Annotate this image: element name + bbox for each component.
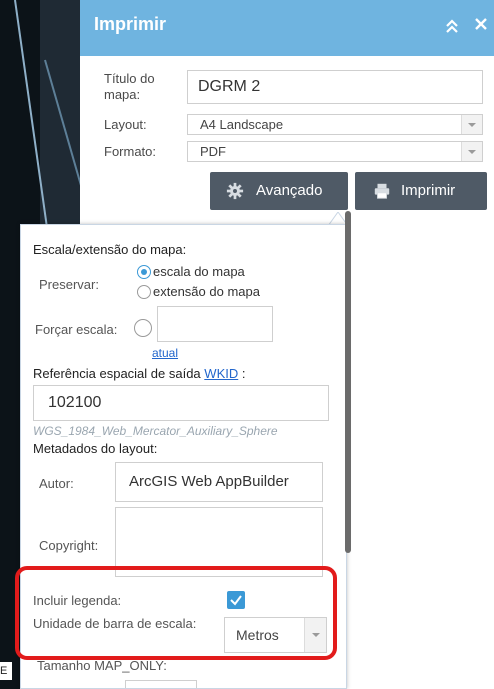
force-scale-toggle[interactable] — [134, 319, 152, 337]
collapse-icon[interactable] — [444, 18, 460, 34]
metadata-section-title: Metadados do layout: — [33, 441, 158, 456]
print-widget-screen: E Imprimir Título do mapa: DGRM 2 Layout… — [0, 0, 494, 689]
force-scale-label: Forçar escala: — [35, 322, 118, 337]
chevron-down-icon — [461, 115, 482, 134]
map-only-size-label: Tamanho MAP_ONLY: — [37, 658, 167, 673]
layout-select-value: A4 Landscape — [200, 117, 284, 132]
radio-map-scale-label[interactable]: escala do mapa — [153, 264, 245, 280]
advanced-panel-scrollbar[interactable] — [345, 211, 351, 553]
printer-icon — [374, 183, 390, 199]
format-label: Formato: — [104, 144, 157, 159]
wkid-input[interactable]: 102100 — [33, 385, 329, 421]
author-input[interactable]: ArcGIS Web AppBuilder — [115, 462, 323, 502]
print-button[interactable]: Imprimir — [355, 172, 487, 210]
layout-label: Layout: — [104, 117, 147, 132]
copyright-label: Copyright: — [39, 538, 99, 553]
wkid-link[interactable]: WKID — [204, 366, 238, 381]
map-only-size-input[interactable] — [125, 680, 197, 688]
panel-header: Imprimir — [80, 0, 494, 56]
radio-map-extent-label[interactable]: extensão do mapa — [153, 284, 260, 300]
preserve-label: Preservar: — [39, 277, 99, 292]
close-icon[interactable] — [473, 16, 489, 32]
spatial-reference-text: Referência espacial de saída — [33, 366, 201, 381]
scale-section-title: Escala/extensão do mapa: — [33, 242, 187, 257]
format-select-value: PDF — [200, 144, 226, 159]
radio-map-scale[interactable] — [137, 265, 151, 279]
wkid-name: WGS_1984_Web_Mercator_Auxiliary_Sphere — [33, 424, 278, 438]
map-title-input[interactable]: DGRM 2 — [187, 70, 483, 104]
map-title-label: Título do mapa: — [104, 71, 155, 102]
print-button-label: Imprimir — [401, 182, 456, 199]
radio-map-extent[interactable] — [137, 285, 151, 299]
force-scale-input[interactable] — [157, 306, 273, 342]
advanced-button[interactable]: Avançado — [210, 172, 348, 210]
panel-title: Imprimir — [94, 14, 167, 34]
format-select[interactable]: PDF — [187, 141, 483, 162]
gear-icon — [226, 182, 244, 200]
highlight-annotation — [15, 566, 337, 660]
chevron-down-icon — [461, 142, 482, 161]
spatial-reference-colon: : — [241, 366, 246, 381]
spatial-reference-label: Referência espacial de saída WKID : — [33, 366, 246, 382]
current-scale-link[interactable]: atual — [152, 345, 178, 361]
layout-select[interactable]: A4 Landscape — [187, 114, 483, 135]
advanced-button-label: Avançado — [256, 182, 323, 199]
author-label: Autor: — [39, 476, 74, 491]
map-edge-text: E — [0, 662, 12, 680]
